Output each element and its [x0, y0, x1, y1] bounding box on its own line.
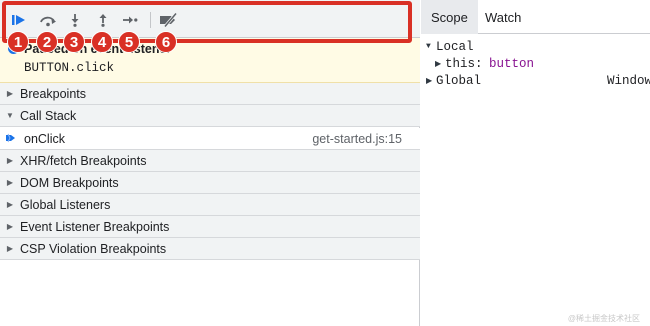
collapsed-triangle-icon: ▶ [6, 222, 14, 231]
call-frame-row[interactable]: onClick get-started.js:15 [0, 128, 420, 150]
tab-watch[interactable]: Watch [485, 0, 521, 34]
annotation-badge-1: 1 [7, 31, 29, 53]
scope-local-row[interactable]: ▼ Local [421, 39, 650, 57]
section-breakpoints[interactable]: ▶ Breakpoints [0, 83, 420, 105]
scope-tabs: Scope Watch [421, 0, 650, 34]
section-xhr-breakpoints[interactable]: ▶ XHR/fetch Breakpoints [0, 150, 420, 172]
collapsed-triangle-icon: ▶ [6, 89, 14, 98]
annotation-badge-5: 5 [118, 31, 140, 53]
watermark: @稀土掘金技术社区 [567, 314, 640, 323]
collapsed-triangle-icon: ▶ [6, 178, 14, 187]
section-global-listeners[interactable]: ▶ Global Listeners [0, 194, 420, 216]
collapsed-triangle-icon: ▶ [6, 200, 14, 209]
tab-scope[interactable]: Scope [421, 0, 478, 34]
section-label: CSP Violation Breakpoints [20, 241, 167, 256]
section-dom-breakpoints[interactable]: ▶ DOM Breakpoints [0, 172, 420, 194]
section-label: Global Listeners [20, 197, 111, 212]
scope-this-value: button [489, 57, 535, 71]
section-label: Call Stack [20, 108, 77, 123]
section-label: DOM Breakpoints [20, 175, 119, 190]
scope-global-label: Global [436, 74, 482, 88]
scope-this-name: this: [445, 57, 483, 71]
collapsed-triangle-icon: ▶ [435, 60, 442, 69]
annotation-badge-4: 4 [91, 31, 113, 53]
scope-panel: Scope Watch ▼ Local ▶ this: button ▶ Glo… [421, 0, 650, 326]
collapsed-triangle-icon: ▶ [6, 156, 14, 165]
collapsed-triangle-icon: ▶ [426, 77, 433, 86]
call-frame-location[interactable]: get-started.js:15 [312, 132, 402, 146]
scope-global-row[interactable]: ▶ Global Window [421, 73, 650, 91]
annotation-badge-6: 6 [155, 31, 177, 53]
expanded-triangle-icon: ▼ [6, 111, 14, 120]
section-csp-violation-breakpoints[interactable]: ▶ CSP Violation Breakpoints [0, 238, 420, 260]
call-frame-function: onClick [24, 132, 65, 146]
scope-local-label: Local [436, 40, 474, 54]
collapsed-triangle-icon: ▶ [6, 244, 14, 253]
paused-detail: BUTTON.click [24, 61, 115, 75]
current-frame-arrow-icon [6, 133, 15, 143]
scope-this-row[interactable]: ▶ this: button [421, 56, 650, 74]
debugger-left-pane: Paused on event listener BUTTON.click ▶ … [0, 0, 420, 326]
section-event-listener-breakpoints[interactable]: ▶ Event Listener Breakpoints [0, 216, 420, 238]
section-call-stack[interactable]: ▼ Call Stack [0, 105, 420, 127]
annotation-badge-3: 3 [63, 31, 85, 53]
expanded-triangle-icon: ▼ [426, 42, 431, 51]
annotation-badge-2: 2 [36, 31, 58, 53]
scope-global-value: Window [607, 74, 650, 88]
section-label: Event Listener Breakpoints [20, 219, 170, 234]
section-label: Breakpoints [20, 86, 87, 101]
section-label: XHR/fetch Breakpoints [20, 153, 147, 168]
